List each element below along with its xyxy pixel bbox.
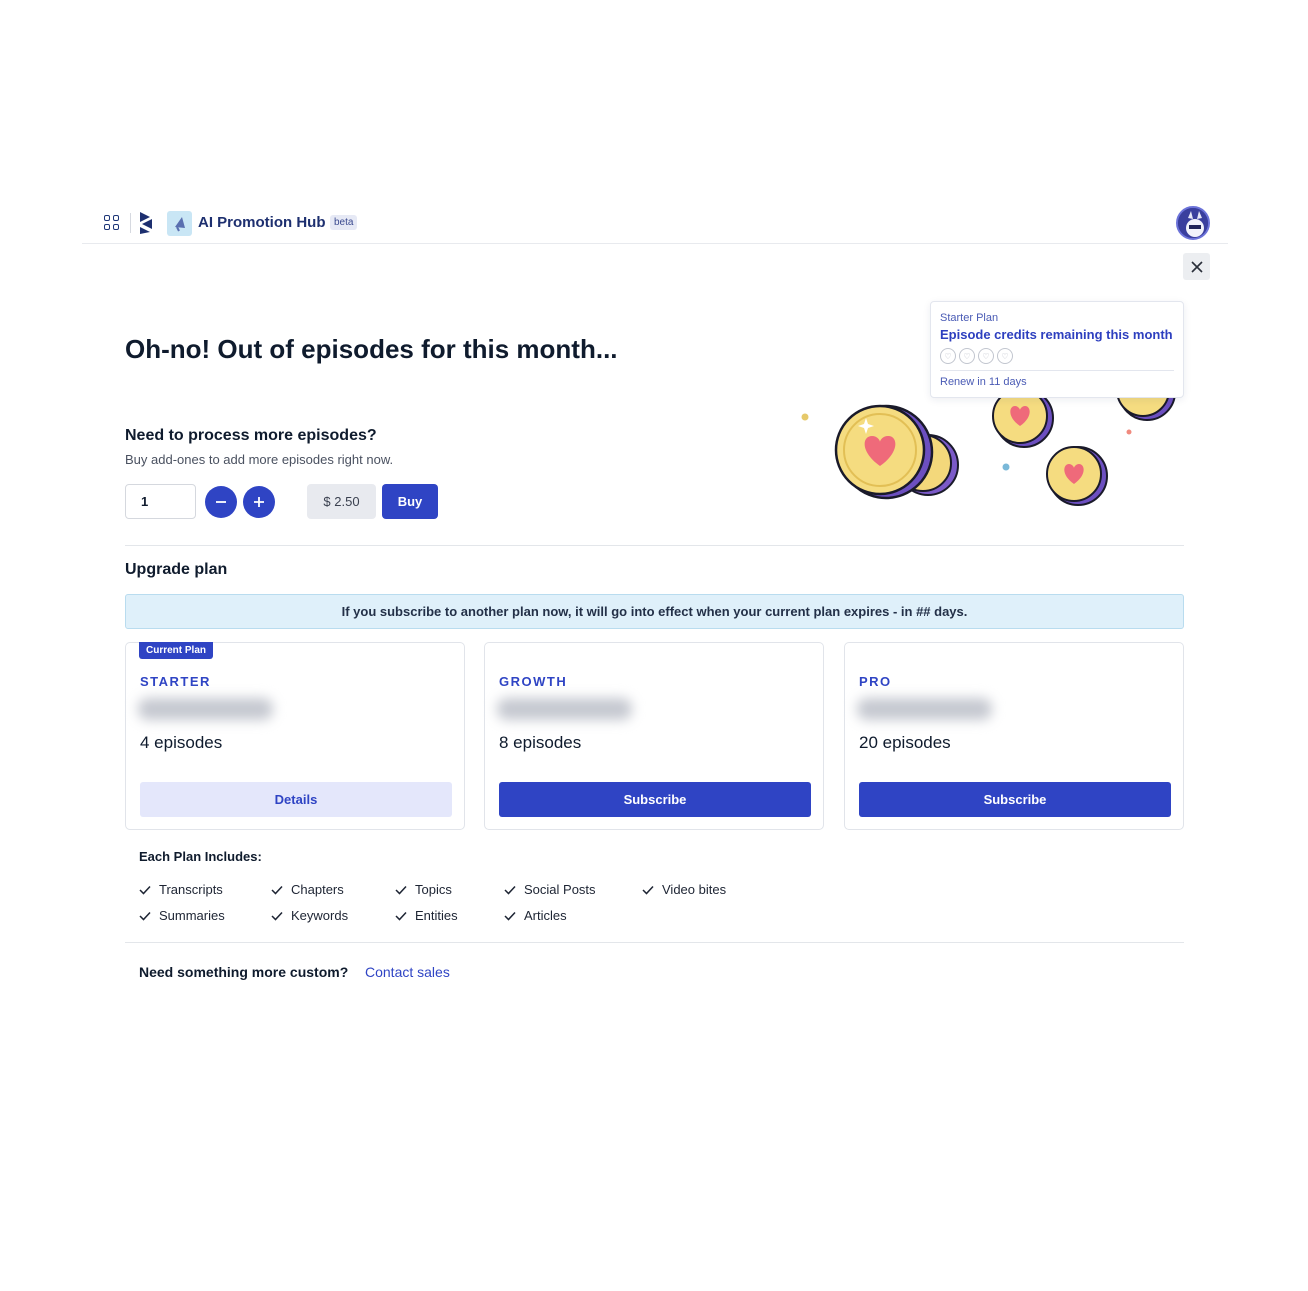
plan-episodes: 20 episodes [859, 733, 951, 752]
feature-label: Entities [415, 908, 458, 923]
feature-label: Keywords [291, 908, 349, 923]
beta-badge: beta [330, 215, 358, 230]
feature-item: Articles [504, 908, 567, 923]
check-icon [271, 911, 283, 921]
check-icon [504, 885, 516, 895]
feature-item: Summaries [139, 908, 225, 923]
minus-icon [216, 501, 226, 503]
feature-item: Video bites [642, 882, 726, 897]
feature-label: Video bites [662, 882, 727, 897]
check-icon [139, 911, 151, 921]
plus-icon [254, 497, 264, 507]
addon-subtitle: Buy add-ones to add more episodes right … [125, 452, 394, 467]
empty-heart-icon: ♡ [940, 348, 956, 364]
feature-item: Keywords [271, 908, 348, 923]
subscribe-pro-button[interactable]: Subscribe [859, 782, 1171, 817]
credits-title: Episode credits remaining this month [940, 327, 1173, 342]
check-icon [395, 911, 407, 921]
feature-item: Topics [395, 882, 452, 897]
plan-name: PRO [859, 674, 892, 689]
feature-label: Social Posts [524, 882, 596, 897]
credits-plan-label: Starter Plan [940, 312, 999, 324]
quantity-input[interactable] [125, 484, 196, 519]
credits-renew-text: Renew in 11 days [940, 376, 1027, 388]
plan-card-pro: PRO 20 episodes Subscribe [844, 642, 1184, 830]
empty-heart-icon: ♡ [997, 348, 1013, 364]
plan-episodes: 4 episodes [140, 733, 223, 752]
addon-price: $ 2.50 [307, 484, 376, 519]
close-icon [1190, 260, 1203, 273]
check-icon [504, 911, 516, 921]
empty-heart-icon: ♡ [978, 348, 994, 364]
custom-plan-text: Need something more custom? [139, 964, 349, 980]
plan-price-blurred [857, 698, 992, 720]
header-divider [130, 213, 131, 233]
apps-grid-icon[interactable] [104, 215, 120, 231]
increment-button[interactable] [243, 486, 275, 518]
subscribe-growth-button[interactable]: Subscribe [499, 782, 811, 817]
upgrade-title: Upgrade plan [125, 561, 228, 578]
top-bar: AI Promotion Hub beta [82, 202, 1228, 244]
plan-price-blurred [138, 698, 273, 720]
check-icon [642, 885, 654, 895]
buy-button[interactable]: Buy [382, 484, 438, 519]
section-divider [125, 942, 1184, 943]
user-avatar[interactable] [1176, 206, 1210, 240]
plan-name: STARTER [140, 674, 211, 689]
feature-label: Topics [415, 882, 452, 897]
check-icon [271, 885, 283, 895]
plan-notice: If you subscribe to another plan now, it… [125, 594, 1184, 629]
plan-price-blurred [497, 698, 632, 720]
feature-item: Social Posts [504, 882, 596, 897]
credits-card: Starter Plan Episode credits remaining t… [930, 301, 1184, 398]
empty-heart-icon: ♡ [959, 348, 975, 364]
plan-card-starter: Current Plan STARTER 4 episodes Details [125, 642, 465, 830]
feature-label: Articles [524, 908, 567, 923]
contact-sales-link[interactable]: Contact sales [365, 964, 450, 980]
feature-label: Summaries [159, 908, 225, 923]
feature-item: Transcripts [139, 882, 223, 897]
feature-label: Transcripts [159, 882, 223, 897]
plan-card-growth: GROWTH 8 episodes Subscribe [484, 642, 824, 830]
feature-label: Chapters [291, 882, 344, 897]
feature-item: Chapters [271, 882, 344, 897]
addon-title: Need to process more episodes? [125, 427, 377, 444]
brand-logo-icon[interactable] [136, 210, 156, 236]
details-button[interactable]: Details [140, 782, 452, 817]
section-divider [125, 545, 1184, 546]
page-title: Oh-no! Out of episodes for this month... [125, 334, 618, 364]
decrement-button[interactable] [205, 486, 237, 518]
feature-item: Entities [395, 908, 458, 923]
plan-episodes: 8 episodes [499, 733, 582, 752]
includes-title: Each Plan Includes: [139, 849, 262, 864]
close-button[interactable] [1183, 253, 1210, 280]
plan-name: GROWTH [499, 674, 568, 689]
credits-indicator: ♡ ♡ ♡ ♡ [940, 348, 1174, 364]
credits-divider [940, 370, 1174, 371]
check-icon [395, 885, 407, 895]
megaphone-icon [167, 211, 192, 236]
current-plan-badge: Current Plan [139, 642, 214, 659]
app-title: AI Promotion Hub [198, 214, 326, 231]
check-icon [139, 885, 151, 895]
